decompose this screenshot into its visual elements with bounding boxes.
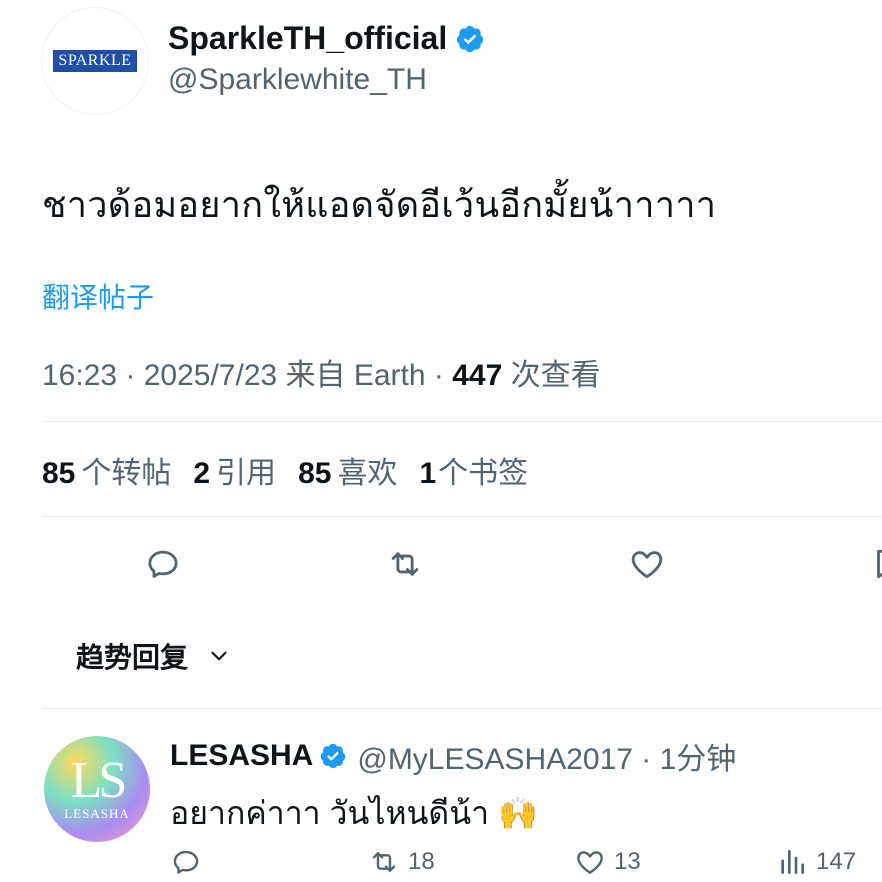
bookmarks-stat[interactable]: 1个书签 xyxy=(419,448,528,492)
repost-icon xyxy=(372,852,396,872)
views-label: 次查看 xyxy=(502,359,601,392)
account-avatar[interactable]: SPARKLE xyxy=(42,8,148,114)
like-button[interactable] xyxy=(625,542,669,586)
reply-like-count: 13 xyxy=(614,848,641,875)
account-display-name[interactable]: SparkleTH_official xyxy=(168,20,447,57)
reply-display-name[interactable]: LESASHA xyxy=(170,739,313,773)
engagement-stats: 85 个转帖 2 引用 85 喜欢 1个书签 xyxy=(42,448,528,492)
reply-avatar-subtext: LESASHA xyxy=(64,806,130,821)
like-icon xyxy=(631,551,663,579)
reply-header: LESASHA @MyLESASHA2017 · 1分钟 xyxy=(170,734,736,778)
repost-icon xyxy=(391,552,419,576)
reply-text: อยากค่าาา วันไหนดีน้า 🙌 xyxy=(170,795,538,831)
reply-button[interactable] xyxy=(141,542,185,586)
views-chart-icon xyxy=(781,850,804,874)
like-icon xyxy=(577,851,603,874)
reply-handle-time[interactable]: @MyLESASHA2017 · 1分钟 xyxy=(357,734,736,778)
reply-icon xyxy=(173,850,199,874)
verified-badge-icon xyxy=(457,25,484,52)
account-name-row[interactable]: SparkleTH_official xyxy=(168,20,485,57)
reply-repost-count: 18 xyxy=(408,848,435,875)
likes-stat[interactable]: 85 喜欢 xyxy=(298,448,397,492)
chevron-down-icon xyxy=(211,651,227,661)
bookmark-icon xyxy=(877,549,882,579)
divider xyxy=(42,421,882,422)
reply-like-button[interactable]: 13 xyxy=(574,846,641,878)
tweet-text: ชาวด้อมอยากให้แอดจัดอีเว้นอีกมั้ยน้าาาาา xyxy=(42,184,717,225)
reply-reply-button[interactable] xyxy=(170,846,202,878)
replies-sort-dropdown[interactable]: 趋势回复 xyxy=(76,636,232,676)
reply-avatar[interactable]: LS LESASHA xyxy=(44,736,150,842)
divider xyxy=(42,516,882,517)
replies-sort-label: 趋势回复 xyxy=(76,642,189,673)
reply-repost-button[interactable]: 18 xyxy=(368,846,435,878)
account-handle[interactable]: @Sparklewhite_TH xyxy=(168,63,427,97)
tweet-timestamp-source[interactable]: 16:23 · 2025/7/23 来自 Earth · xyxy=(42,359,452,392)
reply-views-count: 147 xyxy=(816,848,857,875)
reply-avatar-mark: LS xyxy=(70,752,128,809)
verified-badge-icon xyxy=(321,743,346,769)
quotes-stat[interactable]: 2 引用 xyxy=(193,448,276,492)
tweet-meta: 16:23 · 2025/7/23 来自 Earth · 447 次查看 xyxy=(42,350,601,394)
sparkle-logo: SPARKLE xyxy=(53,50,137,72)
bookmark-button[interactable] xyxy=(866,542,882,586)
translate-post-link[interactable]: 翻译帖子 xyxy=(42,276,154,316)
divider xyxy=(42,708,882,709)
views-count: 447 xyxy=(452,359,503,392)
reply-views-button[interactable]: 147 xyxy=(776,846,856,878)
reposts-stat[interactable]: 85 个转帖 xyxy=(42,448,171,492)
repost-button[interactable] xyxy=(383,542,427,586)
reply-icon xyxy=(148,550,178,578)
